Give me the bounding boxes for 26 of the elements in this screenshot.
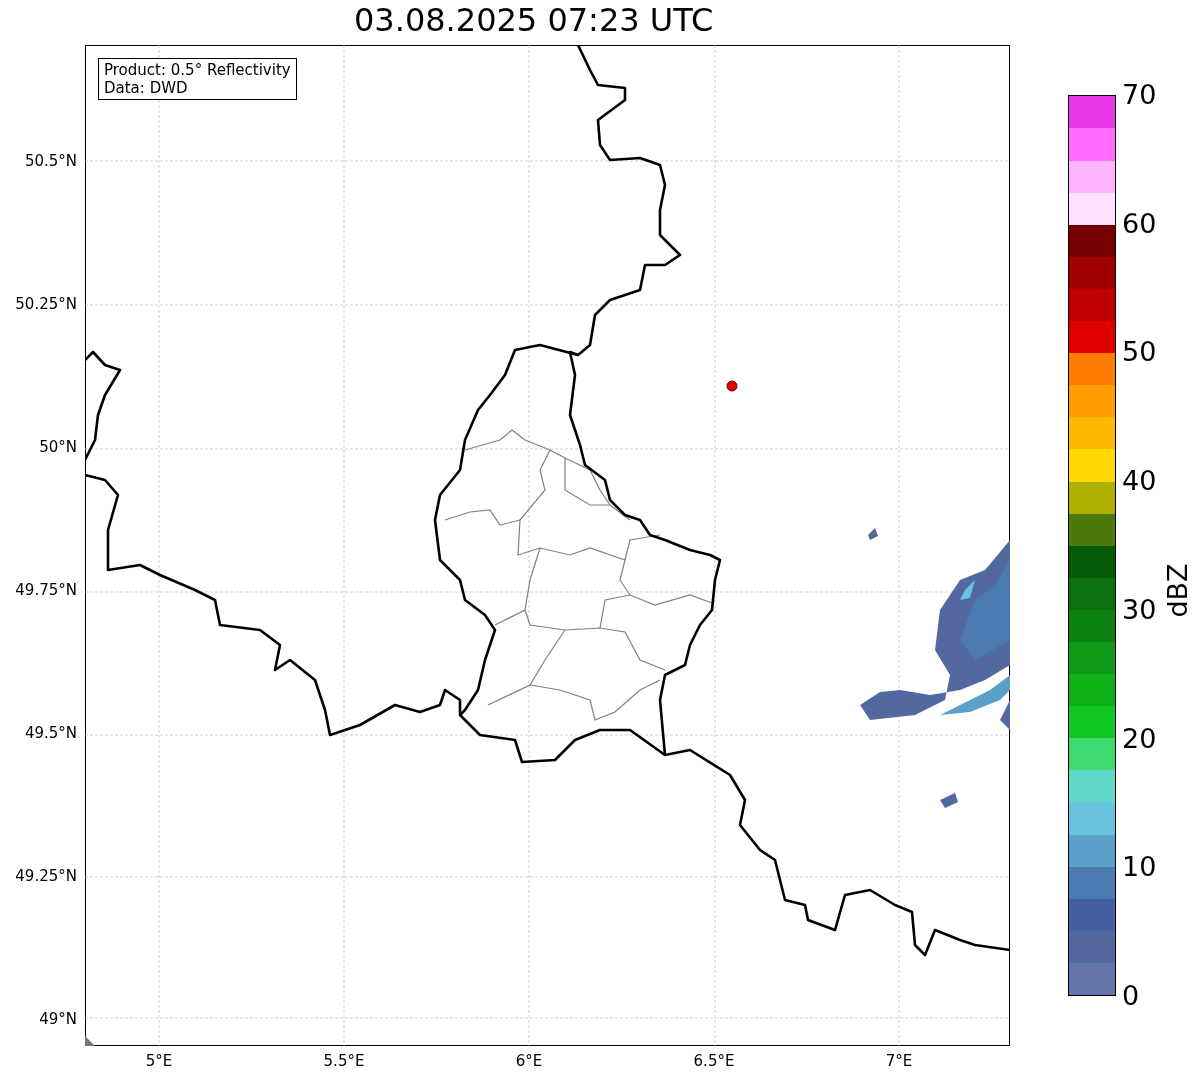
colorbar-tick-label: 30 — [1122, 593, 1157, 626]
colorbar-tick-label: 20 — [1122, 722, 1157, 755]
latitude-tick-label: 50°N — [39, 438, 77, 456]
info-text: Product: 0.5° Reflectivity — [104, 61, 291, 79]
chart-title: 03.08.2025 07:23 UTC — [354, 0, 714, 41]
colorbar-tick-label: 40 — [1122, 465, 1157, 498]
longitude-tick-label: 5.5°E — [323, 1052, 365, 1070]
colorbar-tick-label: 60 — [1122, 207, 1157, 240]
latitude-tick-label: 49.25°N — [15, 867, 77, 885]
latitude-tick-label: 49.5°N — [24, 724, 77, 742]
latitude-tick-label: 50.5°N — [24, 152, 77, 170]
colorbar-tick-label: 50 — [1122, 336, 1157, 369]
radar-site-marker — [726, 380, 738, 392]
colorbar-tick-label: 10 — [1122, 851, 1157, 884]
longitude-tick-label: 6°E — [515, 1052, 543, 1070]
longitude-tick-label: 7°E — [885, 1052, 913, 1070]
colorbar-label: dBZ — [1161, 563, 1193, 618]
colorbar-tick-label: 0 — [1122, 980, 1140, 1012]
longitude-tick-label: 6.5°E — [693, 1052, 735, 1070]
latitude-tick-label: 49.75°N — [15, 581, 77, 599]
longitude-tick-label: 5°E — [145, 1052, 173, 1070]
corner-mark-icon — [85, 1036, 95, 1046]
latitude-tick-label: 49°N — [39, 1010, 77, 1028]
info-text: Data: DWD — [104, 79, 189, 97]
colorbar-tick-label: 70 — [1122, 79, 1157, 111]
latitude-tick-label: 50.25°N — [15, 295, 77, 313]
